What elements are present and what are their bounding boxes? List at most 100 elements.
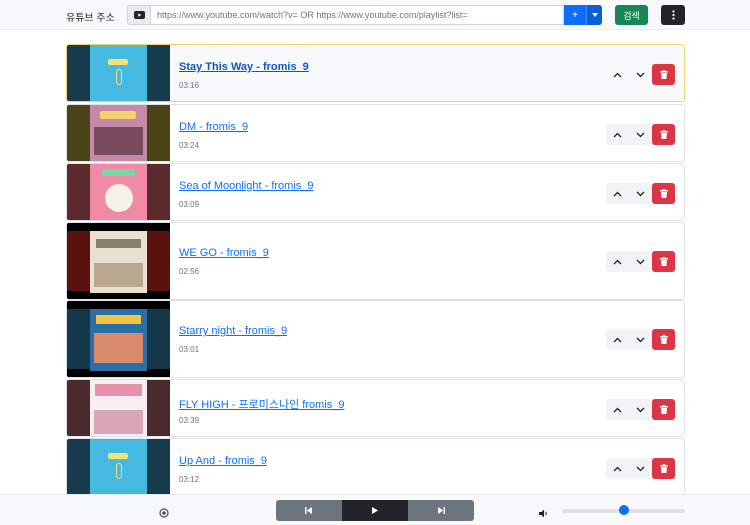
thumbnail [67,223,170,299]
playlist-item[interactable]: Sea of Moonlight - fromis_9 03:09 [66,163,685,221]
thumbnail [67,301,170,377]
move-up-button[interactable] [606,329,629,350]
chevron-up-icon [613,132,622,137]
play-icon [372,507,378,514]
track-duration: 03:39 [179,416,200,425]
chevron-down-icon [636,259,645,264]
trash-icon [659,464,668,473]
chevron-up-icon [613,72,622,77]
skip-previous-icon [305,507,312,514]
add-button[interactable]: + [564,5,586,25]
more-options-button[interactable] [661,5,685,25]
track-title[interactable]: Stay This Way - fromis_9 [179,61,309,73]
item-controls [606,458,675,479]
thumbnail [67,45,170,101]
delete-button[interactable] [652,251,675,272]
move-up-button[interactable] [606,183,629,204]
kebab-menu-icon [671,10,675,20]
chevron-down-icon [636,466,645,471]
move-up-button[interactable] [606,458,629,479]
track-duration: 03:09 [179,200,200,209]
chevron-down-icon [636,407,645,412]
url-input[interactable] [151,5,564,25]
playback-controls [276,500,474,521]
thumbnail [67,439,170,495]
move-down-button[interactable] [629,64,652,85]
top-toolbar: 유튜브 주소 + 검색 [0,0,750,30]
thumbnail [67,164,170,220]
move-down-button[interactable] [629,399,652,420]
playlist-item[interactable]: Stay This Way - fromis_9 03:16 [66,44,685,102]
track-duration: 03:01 [179,345,200,354]
playlist-item[interactable]: WE GO - fromis_9 02:56 [66,222,685,300]
url-label: 유튜브 주소 [66,13,115,24]
trash-icon [659,335,668,344]
chevron-down-icon [636,191,645,196]
thumbnail [67,380,170,436]
skip-next-icon [438,507,445,514]
trash-icon [659,189,668,198]
thumbnail [67,105,170,161]
trash-icon [659,70,668,79]
delete-button[interactable] [652,64,675,85]
item-controls [606,329,675,350]
chevron-up-icon [613,259,622,264]
caret-down-icon [591,13,598,17]
trash-icon [659,257,668,266]
chevron-up-icon [613,191,622,196]
track-title[interactable]: DM - fromis_9 [179,121,248,133]
youtube-icon [127,5,151,25]
chevron-up-icon [613,337,622,342]
item-controls [606,64,675,85]
volume-slider-thumb[interactable] [618,505,629,515]
delete-button[interactable] [652,458,675,479]
trash-icon [659,405,668,414]
trash-icon [659,130,668,139]
track-title[interactable]: FLY HIGH - 프로미스나인 fromis_9 [179,396,344,412]
speaker-icon [539,509,547,518]
play-button[interactable] [342,500,408,521]
track-duration: 02:56 [179,267,200,276]
target-icon [159,508,169,518]
track-duration: 03:12 [179,475,200,484]
move-up-button[interactable] [606,64,629,85]
chevron-down-icon [636,72,645,77]
move-down-button[interactable] [629,329,652,350]
move-down-button[interactable] [629,251,652,272]
move-down-button[interactable] [629,458,652,479]
track-title[interactable]: WE GO - fromis_9 [179,247,269,259]
chevron-down-icon [636,132,645,137]
move-up-button[interactable] [606,251,629,272]
delete-button[interactable] [652,329,675,350]
search-button[interactable]: 검색 [615,5,648,25]
move-up-button[interactable] [606,124,629,145]
item-controls [606,251,675,272]
delete-button[interactable] [652,124,675,145]
playlist-item[interactable]: Starry night - fromis_9 03:01 [66,300,685,378]
item-controls [606,124,675,145]
player-bar [0,494,750,525]
item-controls [606,399,675,420]
move-down-button[interactable] [629,183,652,204]
move-up-button[interactable] [606,399,629,420]
track-duration: 03:16 [179,81,200,90]
add-options-dropdown-button[interactable] [586,5,602,25]
delete-button[interactable] [652,399,675,420]
previous-button[interactable] [276,500,342,521]
focus-current-track-button[interactable] [159,505,169,523]
delete-button[interactable] [652,183,675,204]
track-duration: 03:24 [179,141,200,150]
next-button[interactable] [408,500,474,521]
track-title[interactable]: Up And - fromis_9 [179,455,267,467]
playlist-item[interactable]: DM - fromis_9 03:24 [66,104,685,162]
volume-icon[interactable] [539,505,549,523]
track-title[interactable]: Sea of Moonlight - fromis_9 [179,180,314,192]
item-controls [606,183,675,204]
playlist-item[interactable]: Up And - fromis_9 03:12 [66,438,685,496]
chevron-up-icon [613,407,622,412]
chevron-down-icon [636,337,645,342]
move-down-button[interactable] [629,124,652,145]
chevron-up-icon [613,466,622,471]
track-title[interactable]: Starry night - fromis_9 [179,325,287,337]
playlist-item[interactable]: FLY HIGH - 프로미스나인 fromis_9 03:39 [66,379,685,437]
